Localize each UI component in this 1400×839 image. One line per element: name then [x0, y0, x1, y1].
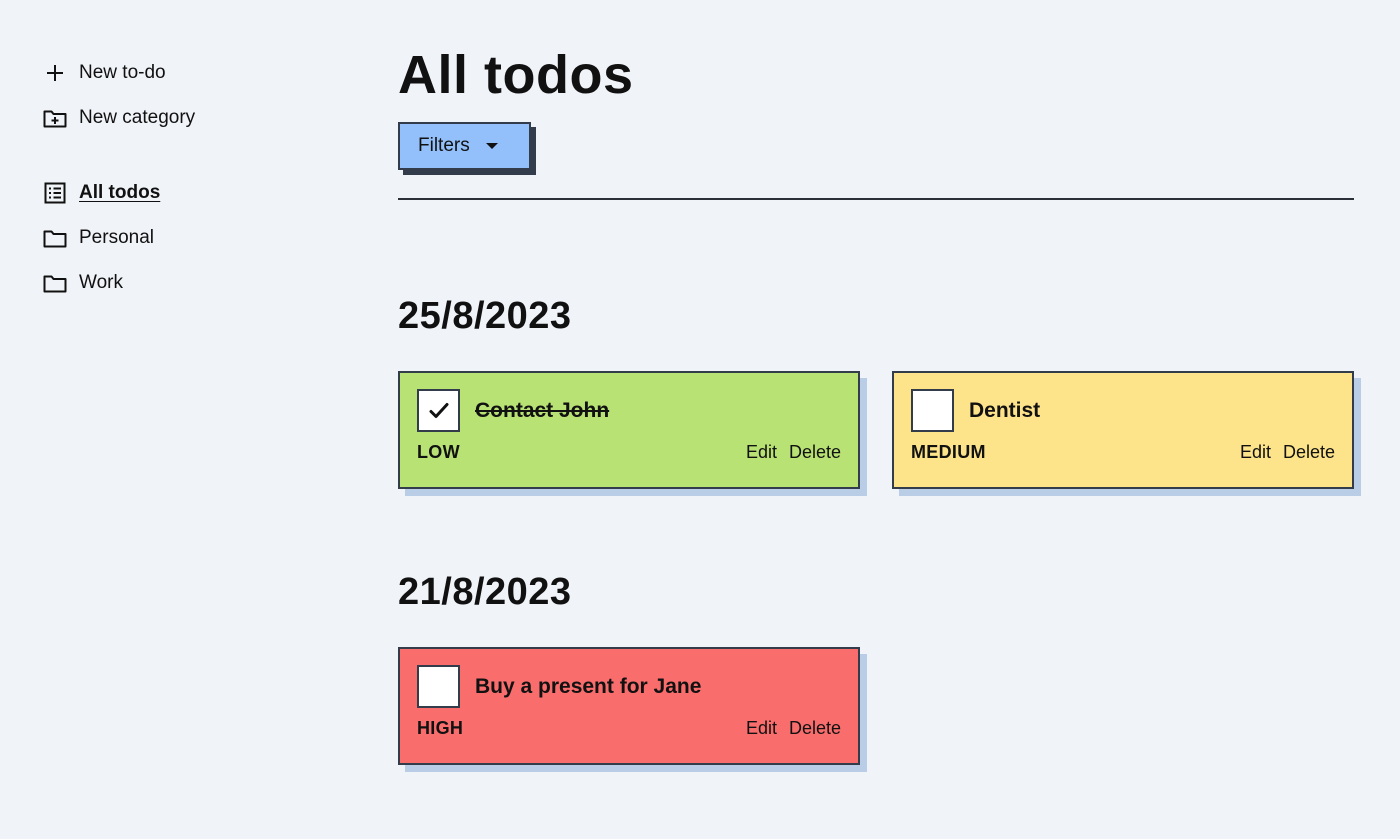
todo-checkbox[interactable] — [417, 665, 460, 708]
delete-button[interactable]: Delete — [789, 718, 841, 739]
todo-title: Buy a present for Jane — [475, 674, 702, 698]
sidebar: New to-do New category All todos Persona… — [42, 58, 342, 313]
edit-button[interactable]: Edit — [746, 442, 777, 463]
folder-icon — [42, 270, 68, 296]
priority-label: LOW — [417, 442, 460, 462]
date-heading: 21/8/2023 — [398, 571, 572, 613]
filters-label: Filters — [418, 135, 470, 156]
filters-button[interactable]: Filters — [398, 122, 531, 170]
new-todo-button[interactable]: New to-do — [42, 58, 342, 87]
todo-card: Buy a present for Jane HIGH Edit Delete — [398, 647, 860, 765]
todo-title: Contact John — [475, 398, 610, 422]
todo-group: 21/8/2023 Buy a present for Jane HIGH Ed… — [398, 569, 1354, 765]
edit-button[interactable]: Edit — [746, 718, 777, 739]
todo-card: Contact John LOW Edit Delete — [398, 371, 860, 489]
folder-plus-icon — [42, 105, 68, 131]
page-title: All todos — [398, 45, 634, 105]
caret-down-icon — [485, 143, 498, 149]
delete-button[interactable]: Delete — [1283, 442, 1335, 463]
delete-button[interactable]: Delete — [789, 442, 841, 463]
date-heading: 25/8/2023 — [398, 295, 572, 337]
nav-personal[interactable]: Personal — [42, 223, 342, 252]
main-content: All todos Filters 25/8/2023 Contact John… — [398, 40, 1354, 765]
todo-card: Dentist MEDIUM Edit Delete — [892, 371, 1354, 489]
todo-group: 25/8/2023 Contact John LOW Edit Delete D… — [398, 293, 1354, 489]
new-todo-label: New to-do — [79, 61, 166, 83]
todo-checkbox[interactable] — [911, 389, 954, 432]
new-category-button[interactable]: New category — [42, 103, 342, 132]
folder-icon — [42, 225, 68, 251]
nav-work[interactable]: Work — [42, 268, 342, 297]
priority-label: HIGH — [417, 718, 464, 738]
priority-label: MEDIUM — [911, 442, 986, 462]
nav-all-todos[interactable]: All todos — [42, 178, 342, 207]
new-category-label: New category — [79, 106, 196, 128]
nav-all-todos-label: All todos — [79, 181, 161, 203]
edit-button[interactable]: Edit — [1240, 442, 1271, 463]
nav-work-label: Work — [79, 271, 123, 293]
nav-personal-label: Personal — [79, 226, 154, 248]
divider — [398, 198, 1354, 200]
todo-title: Dentist — [969, 398, 1041, 422]
list-icon — [42, 180, 68, 206]
plus-icon — [42, 60, 68, 86]
todo-checkbox[interactable] — [417, 389, 460, 432]
checkmark-icon — [429, 402, 448, 418]
